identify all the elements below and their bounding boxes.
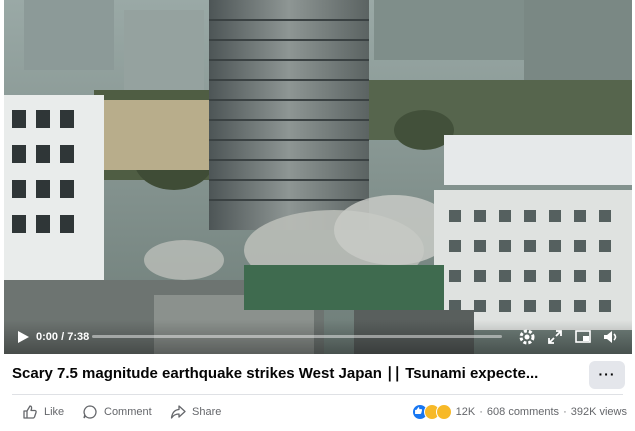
comments-count[interactable]: 608 comments [487,406,559,418]
post-stats: 12K · 608 comments · 392K views [411,404,627,420]
duration: 7:38 [67,331,90,343]
share-button[interactable]: Share [170,400,221,424]
picture-in-picture-button[interactable] [574,328,592,346]
expand-icon [548,330,562,344]
video-time: 0:00 / 7:38 [36,331,89,343]
video-frame [4,0,632,354]
video-scrubber[interactable] [92,335,502,338]
speaker-icon [604,331,617,343]
video-controls: 0:00 / 7:38 [4,320,632,354]
more-icon: ··· [598,366,616,382]
comment-button[interactable]: Comment [82,400,152,424]
settings-button[interactable] [518,328,536,346]
play-button[interactable] [16,330,30,344]
views-count: 392K views [570,406,627,418]
more-options-button[interactable]: ··· [589,361,625,389]
pip-icon [575,330,591,343]
fullscreen-button[interactable] [546,328,564,346]
divider [12,394,623,395]
gear-icon [519,329,535,345]
like-button[interactable]: Like [22,400,64,424]
video-player[interactable]: 0:00 / 7:38 [4,0,632,354]
stats-separator: · [563,406,567,418]
play-icon [18,331,29,343]
comment-label: Comment [104,406,152,418]
current-time: 0:00 [36,331,59,343]
like-label: Like [44,406,65,418]
volume-button[interactable] [602,328,620,346]
comment-bubble-icon [83,405,97,419]
time-separator: / [58,331,68,343]
stats-separator: · [479,406,483,418]
wow-reaction-icon [435,404,452,420]
post-title[interactable]: Scary 7.5 magnitude earthquake strikes W… [12,364,577,382]
reactions-count[interactable]: 12K [456,406,476,418]
thumbs-up-icon [23,405,37,419]
video-post-card: 0:00 / 7:38 Scary 7.5 magnitude earthqua… [0,0,635,431]
share-label: Share [192,406,222,418]
share-arrow-icon [170,405,186,419]
reaction-icons[interactable] [411,404,452,420]
